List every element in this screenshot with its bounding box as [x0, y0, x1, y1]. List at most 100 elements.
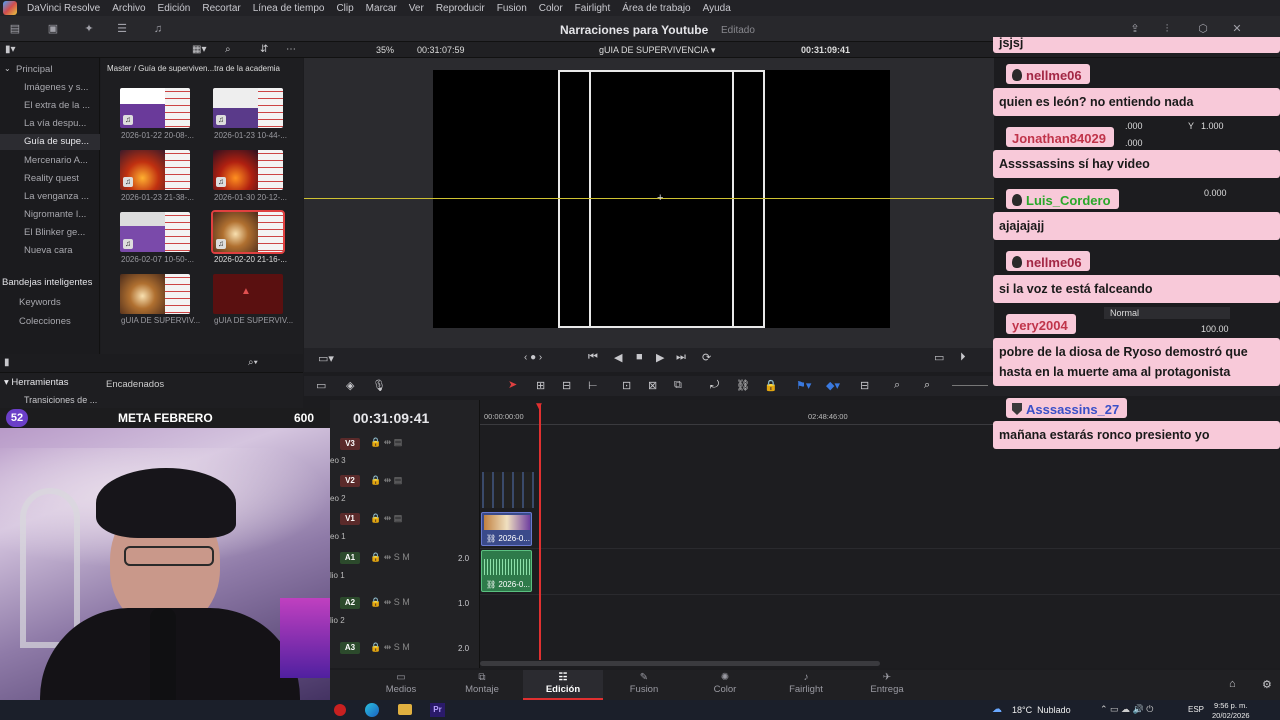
inspector-value[interactable]: .000 — [1125, 138, 1143, 148]
zoom-level[interactable]: 35% — [376, 45, 394, 55]
insert-clip-icon[interactable]: ⊡ — [622, 379, 631, 392]
marker-icon[interactable]: ◆▾ — [826, 379, 840, 392]
timeline-selector[interactable]: gUIA DE SUPERVIVENCIA ▾ — [599, 45, 715, 56]
chevron-down-icon[interactable]: ⌄ — [4, 64, 11, 73]
sound-library-icon[interactable]: ♫ — [151, 23, 165, 35]
clock-date[interactable]: 20/02/2026 — [1212, 711, 1250, 720]
jog-control[interactable]: ‹ ● › — [524, 352, 542, 363]
bin-item[interactable]: Mercenario A... — [24, 155, 98, 166]
obs-app-icon[interactable] — [334, 704, 346, 716]
timeline-scrollbar[interactable] — [480, 661, 880, 666]
effects-tree-title[interactable]: ▾ Herramientas — [4, 377, 68, 388]
clip-thumbnail[interactable]: ♫ — [213, 88, 283, 128]
playhead-handle-icon[interactable]: ▼ — [534, 401, 544, 412]
effects-icon[interactable]: ✦ — [82, 23, 96, 35]
bin-item-selected[interactable]: Guía de supe... — [0, 134, 100, 150]
track-controls[interactable]: 🔒 ⇹ ▤ — [370, 513, 402, 524]
page-deliver[interactable]: ✈ Entrega — [852, 672, 922, 695]
opacity-value[interactable]: 100.00 — [1201, 324, 1229, 334]
next-clip-icon[interactable]: ⏵ — [960, 351, 966, 364]
edit-index-icon[interactable]: ☰ — [115, 23, 129, 35]
media-pool-icon[interactable]: ▤ — [8, 23, 22, 35]
page-cut[interactable]: ⧉ Montaje — [447, 672, 517, 695]
clip-view-icon[interactable]: ◈ — [346, 379, 354, 392]
menu-edicion[interactable]: Edición — [152, 3, 197, 14]
panel-toggle-icon[interactable]: ▮ — [4, 357, 10, 368]
bin-item[interactable]: Nueva cara — [24, 245, 98, 256]
track-a2-label[interactable]: A2 — [340, 597, 360, 609]
page-color[interactable]: ✺ Color — [690, 672, 760, 695]
track-v2-label[interactable]: V2 — [340, 475, 360, 487]
bin-item[interactable]: La venganza ... — [24, 191, 98, 202]
microphone-icon[interactable]: 🎙 — [372, 379, 386, 392]
v1-video-clip[interactable]: ⛓ 2026-0... — [481, 512, 532, 546]
weather-text[interactable]: 18°C Nublado — [1012, 705, 1071, 715]
match-frame-icon[interactable]: ▭ — [934, 351, 944, 364]
track-v3-label[interactable]: V3 — [340, 438, 360, 450]
menu-app[interactable]: DaVinci Resolve — [21, 3, 106, 14]
export-icon[interactable]: ⇪ — [1128, 23, 1142, 35]
timeline-thumbnail[interactable] — [120, 274, 190, 314]
timeline-thumbnail[interactable]: ▲ — [213, 274, 283, 314]
menu-fairlight[interactable]: Fairlight — [569, 3, 617, 14]
search-icon[interactable]: ⌕ — [225, 44, 231, 55]
blend-mode-select[interactable]: Normal — [1104, 307, 1230, 319]
menu-reproducir[interactable]: Reproducir — [430, 3, 491, 14]
page-media[interactable]: ▭ Medios — [366, 672, 436, 695]
track-controls[interactable]: 🔒 ⇹ S M — [370, 597, 410, 608]
trim-tool-icon[interactable]: ⊞ — [536, 379, 545, 392]
track-controls[interactable]: 🔒 ⇹ S M — [370, 642, 410, 653]
clip-thumbnail-selected[interactable]: ♫ — [211, 210, 285, 254]
language-indicator[interactable]: ESP — [1188, 705, 1204, 714]
selection-tool-icon[interactable]: ➤ — [508, 378, 517, 391]
inspector-x-value[interactable]: .000 — [1125, 121, 1143, 131]
clip-thumbnail[interactable]: ♫ — [120, 212, 190, 252]
menu-archivo[interactable]: Archivo — [106, 3, 151, 14]
flag-icon[interactable]: ⚑▾ — [796, 379, 811, 392]
page-fairlight[interactable]: ♪ Fairlight — [771, 672, 841, 695]
clip-thumbnail[interactable]: ♫ — [213, 150, 283, 190]
browser-app-icon[interactable] — [365, 703, 379, 717]
go-to-end-icon[interactable]: ⏭ — [676, 351, 686, 364]
menu-fusion[interactable]: Fusion — [491, 3, 533, 14]
lock-icon[interactable]: 🔒 — [764, 379, 778, 392]
inspector-rotation[interactable]: 0.000 — [1204, 188, 1227, 198]
inspector-y-value[interactable]: 1.000 — [1201, 121, 1224, 131]
more-options-icon[interactable]: ⋯ — [286, 44, 296, 55]
mixer-icon[interactable]: ⫶ — [1160, 23, 1174, 35]
a1-audio-clip[interactable]: ⛓ 2026-0... — [481, 550, 532, 592]
home-icon[interactable]: ⌂ — [1229, 678, 1236, 690]
playhead[interactable] — [539, 404, 541, 660]
search-icon[interactable]: ⌕▾ — [248, 357, 258, 368]
overwrite-clip-icon[interactable]: ⊠ — [648, 379, 657, 392]
smart-bin-keywords[interactable]: Keywords — [19, 297, 93, 308]
snapping-icon[interactable]: ⤾ — [710, 379, 719, 392]
system-tray-icons[interactable]: ⌃ ▭ ☁ 🔊 ⏻ — [1100, 704, 1153, 715]
v2-clip-strips[interactable] — [482, 472, 534, 508]
bin-item[interactable]: Reality quest — [24, 173, 98, 184]
zoom-detail-icon[interactable]: ⌕ — [894, 379, 900, 392]
weather-icon[interactable]: ☁ — [992, 704, 1002, 715]
bin-item[interactable]: El extra de la ... — [24, 100, 98, 111]
track-controls[interactable]: 🔒 ⇹ S M — [370, 552, 410, 563]
page-fusion[interactable]: ✎ Fusion — [609, 672, 679, 695]
zoom-custom-icon[interactable]: ⌕ — [924, 379, 930, 392]
media-icon[interactable]: ▣ — [46, 23, 60, 35]
track-controls[interactable]: 🔒 ⇹ ▤ — [370, 437, 402, 448]
menu-recortar[interactable]: Recortar — [196, 3, 246, 14]
sort-icon[interactable]: ⇵ — [260, 44, 268, 55]
track-a1-label[interactable]: A1 — [340, 552, 360, 564]
menu-ver[interactable]: Ver — [403, 3, 430, 14]
viewer-options-icon[interactable]: ▭▾ — [318, 352, 334, 365]
menu-clip[interactable]: Clip — [330, 3, 359, 14]
play-reverse-icon[interactable]: ◀ — [614, 351, 622, 364]
track-a3-label[interactable]: A3 — [340, 642, 360, 654]
zoom-full-icon[interactable]: ⊟ — [860, 379, 869, 392]
inspector-icon[interactable]: ✕ — [1230, 23, 1244, 35]
panel-toggle-icon[interactable]: ▮▾ — [5, 44, 16, 55]
menu-color[interactable]: Color — [533, 3, 569, 14]
timeline-view-icon[interactable]: ▭ — [316, 379, 326, 392]
metadata-icon[interactable]: ⬡ — [1196, 23, 1210, 35]
tool-item[interactable]: Transiciones de ... — [24, 395, 97, 405]
bin-item[interactable]: Nigromante I... — [24, 209, 98, 220]
